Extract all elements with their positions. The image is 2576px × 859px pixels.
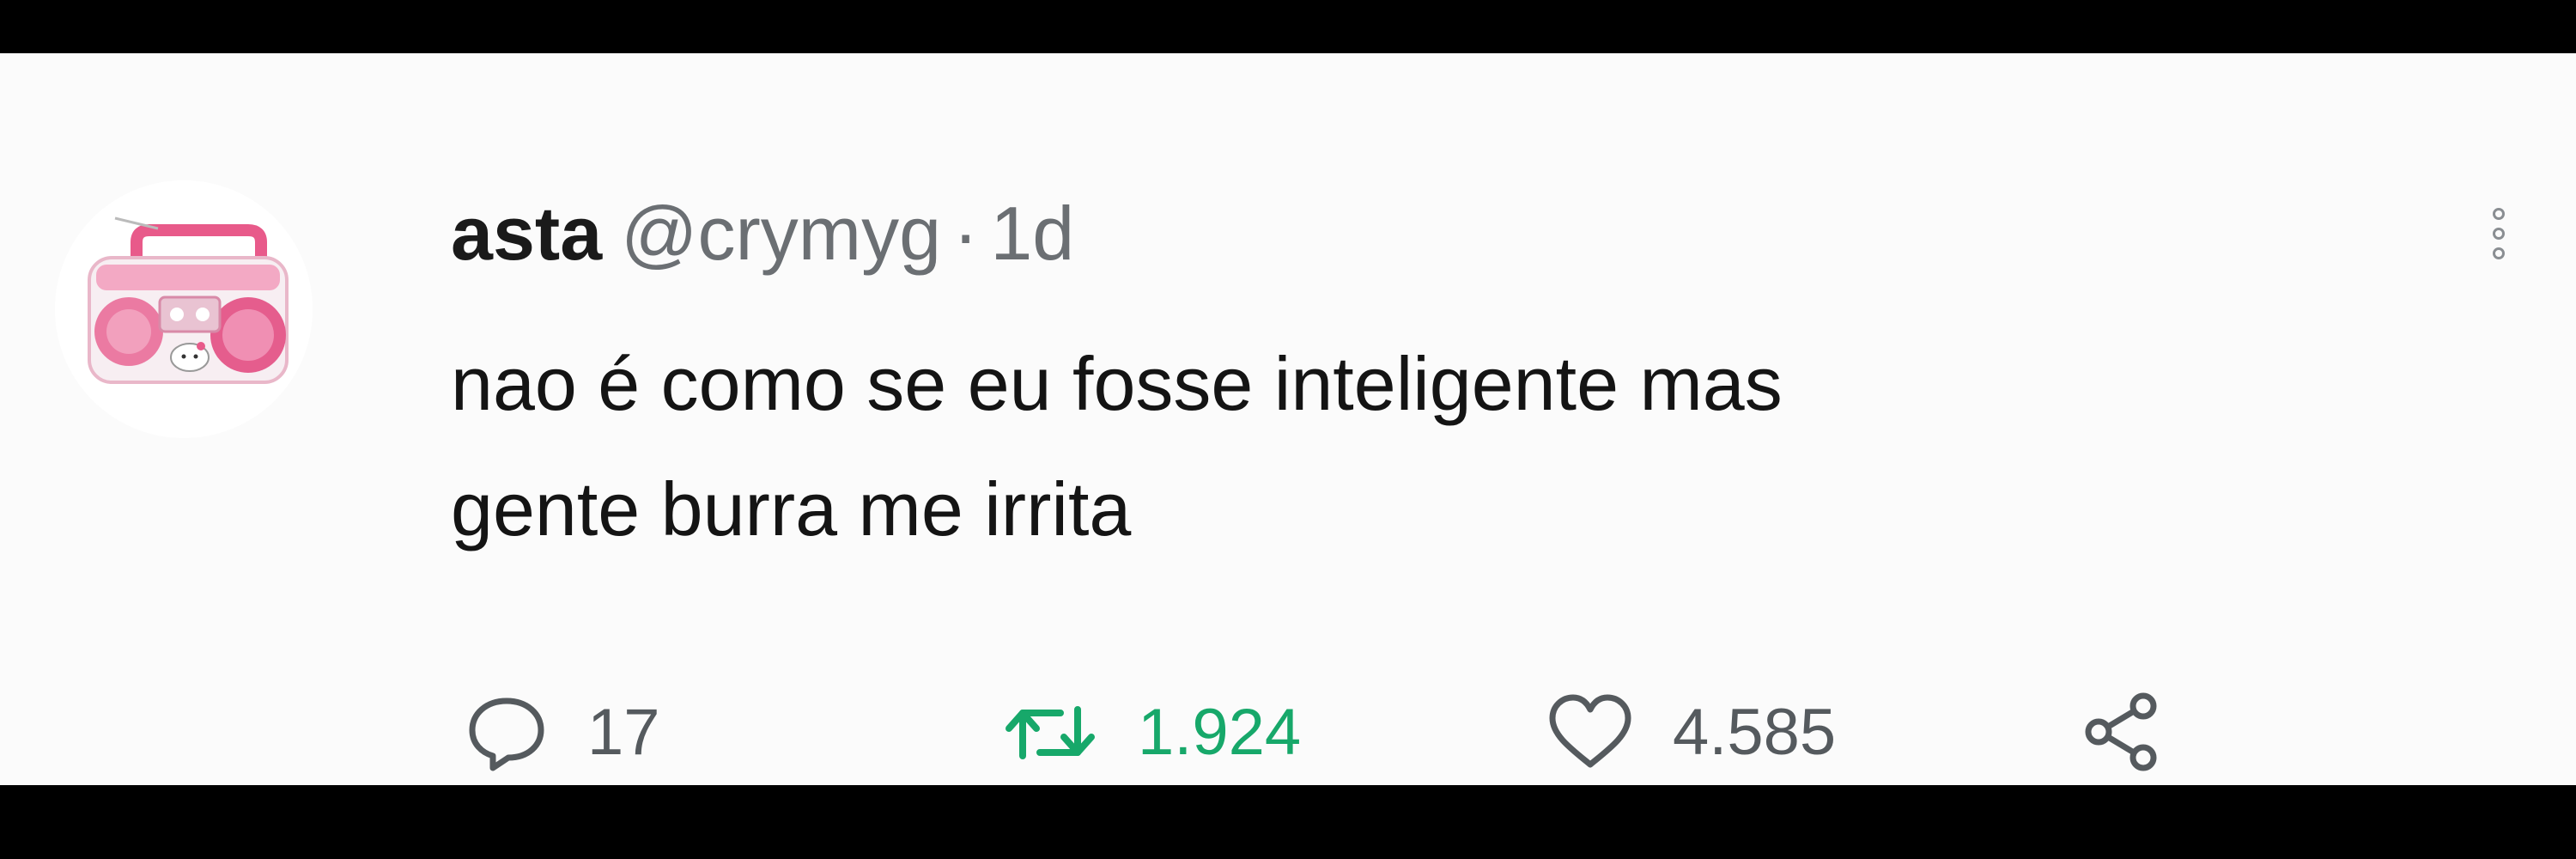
retweet-icon xyxy=(1005,706,1095,759)
heart-icon xyxy=(1549,694,1631,768)
reply-count: 17 xyxy=(587,695,660,769)
tweet-text: nao é como se eu fosse inteligente mas g… xyxy=(451,321,2512,572)
vertical-dots-icon xyxy=(2493,247,2505,259)
tweet-card[interactable]: asta @crymyg · 1d nao é como se eu fosse… xyxy=(0,53,2576,785)
more-options-button[interactable] xyxy=(2473,182,2524,285)
author-handle[interactable]: @crymyg xyxy=(621,191,941,277)
reply-button[interactable]: 17 xyxy=(464,680,660,783)
tweet-timestamp[interactable]: 1d xyxy=(990,191,1074,277)
header-separator: · xyxy=(953,191,979,276)
tweet-action-bar: 17 1.924 4.585 xyxy=(451,680,2254,783)
like-button[interactable]: 4.585 xyxy=(1546,680,1836,783)
retweet-count: 1.924 xyxy=(1138,695,1302,769)
share-icon xyxy=(2085,692,2157,771)
tweet-text-line: nao é como se eu fosse inteligente mas xyxy=(451,341,1783,426)
vertical-dots-icon xyxy=(2493,228,2505,240)
avatar[interactable] xyxy=(55,180,313,438)
vertical-dots-icon xyxy=(2493,208,2505,220)
boombox-avatar-image xyxy=(55,180,313,438)
reply-bubble-icon xyxy=(469,698,544,771)
tweet-header: asta @crymyg · 1d xyxy=(451,191,1074,277)
author-name[interactable]: asta xyxy=(451,191,602,277)
retweet-button[interactable]: 1.924 xyxy=(1000,680,1301,783)
tweet-text-line: gente burra me irrita xyxy=(451,466,1132,551)
screenshot-frame: asta @crymyg · 1d nao é como se eu fosse… xyxy=(0,0,2576,859)
share-button[interactable] xyxy=(2078,680,2164,783)
like-count: 4.585 xyxy=(1673,695,1837,769)
